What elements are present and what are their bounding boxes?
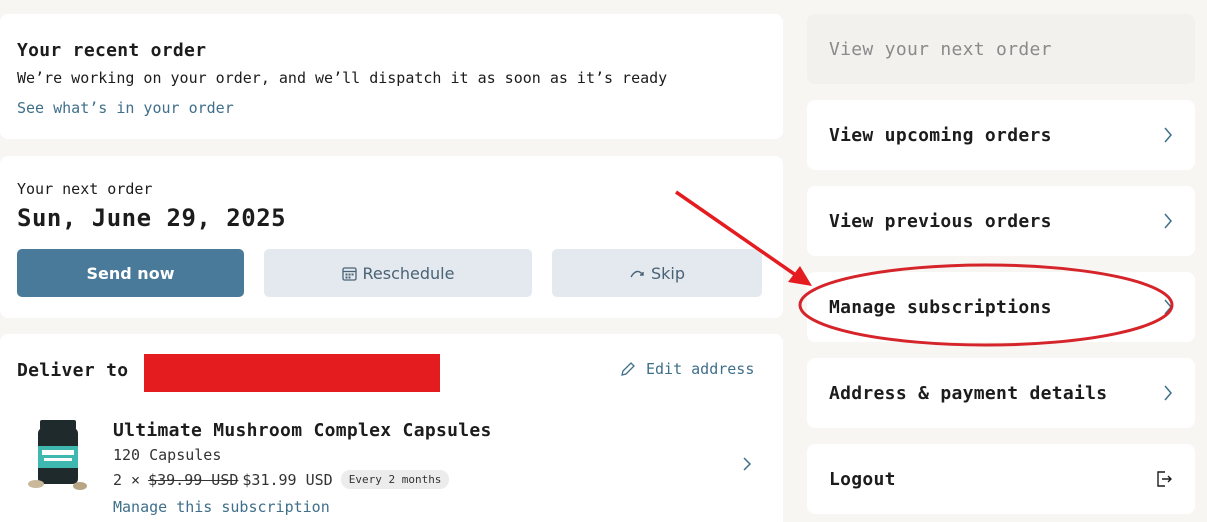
edit-address-link[interactable]: Edit address xyxy=(620,360,754,378)
next-order-label: Your next order xyxy=(17,180,153,198)
manage-subscriptions-item[interactable]: Manage subscriptions xyxy=(807,272,1195,342)
logout-icon xyxy=(1157,471,1172,487)
next-order-date: Sun, June 29, 2025 xyxy=(17,204,287,232)
view-upcoming-orders-item[interactable]: View upcoming orders xyxy=(807,100,1195,170)
pencil-icon xyxy=(621,362,635,376)
product-quantity: 2 × xyxy=(113,470,141,489)
skip-button[interactable]: Skip xyxy=(552,249,762,297)
skip-arrow-icon xyxy=(629,267,645,279)
recent-order-card: Your recent order We’re working on your … xyxy=(0,14,783,139)
skip-label: Skip xyxy=(650,263,686,283)
logout-item[interactable]: Logout xyxy=(807,444,1195,514)
send-now-button[interactable]: Send now xyxy=(17,249,244,297)
view-upcoming-orders-label: View upcoming orders xyxy=(829,124,1052,146)
logout-label: Logout xyxy=(829,468,896,490)
deliver-to-label: Deliver to xyxy=(17,360,129,381)
recent-order-title: Your recent order xyxy=(17,40,207,61)
see-order-link[interactable]: See what’s in your order xyxy=(17,99,766,117)
product-name: Ultimate Mushroom Complex Capsules xyxy=(113,420,492,441)
chevron-right-icon[interactable] xyxy=(742,456,752,472)
product-variant: 120 Capsules xyxy=(113,446,222,464)
chevron-right-icon xyxy=(1164,385,1172,401)
view-next-order-item[interactable]: View your next order xyxy=(807,14,1195,84)
address-payment-label: Address & payment details xyxy=(829,382,1108,404)
edit-address-label: Edit address xyxy=(646,360,755,378)
current-price: $31.99 USD xyxy=(242,470,333,489)
product-image[interactable] xyxy=(26,418,90,494)
address-payment-item[interactable]: Address & payment details xyxy=(807,358,1195,428)
view-previous-orders-item[interactable]: View previous orders xyxy=(807,186,1195,256)
view-previous-orders-label: View previous orders xyxy=(829,210,1052,232)
chevron-right-icon xyxy=(1164,127,1172,143)
redacted-address xyxy=(144,354,440,392)
reschedule-button[interactable]: Reschedule xyxy=(264,249,532,297)
next-order-card: Your next order Sun, June 29, 2025 Send … xyxy=(0,156,783,318)
manage-subscriptions-label: Manage subscriptions xyxy=(829,296,1052,318)
send-now-label: Send now xyxy=(86,263,175,283)
product-price-row: 2 × $39.99 USD $31.99 USD Every 2 months xyxy=(113,470,450,489)
calendar-icon xyxy=(341,266,357,281)
chevron-right-icon xyxy=(1164,213,1172,229)
recent-order-description: We’re working on your order, and we’ll d… xyxy=(17,69,668,87)
delivery-card: Deliver to Edit address Ultimate Mushroo… xyxy=(0,334,783,522)
chevron-right-icon xyxy=(1164,299,1172,315)
original-price: $39.99 USD xyxy=(148,470,239,489)
manage-this-subscription-link[interactable]: Manage this subscription xyxy=(113,498,330,516)
frequency-badge: Every 2 months xyxy=(340,470,450,489)
view-next-order-label: View your next order xyxy=(829,38,1052,60)
reschedule-label: Reschedule xyxy=(362,263,455,283)
